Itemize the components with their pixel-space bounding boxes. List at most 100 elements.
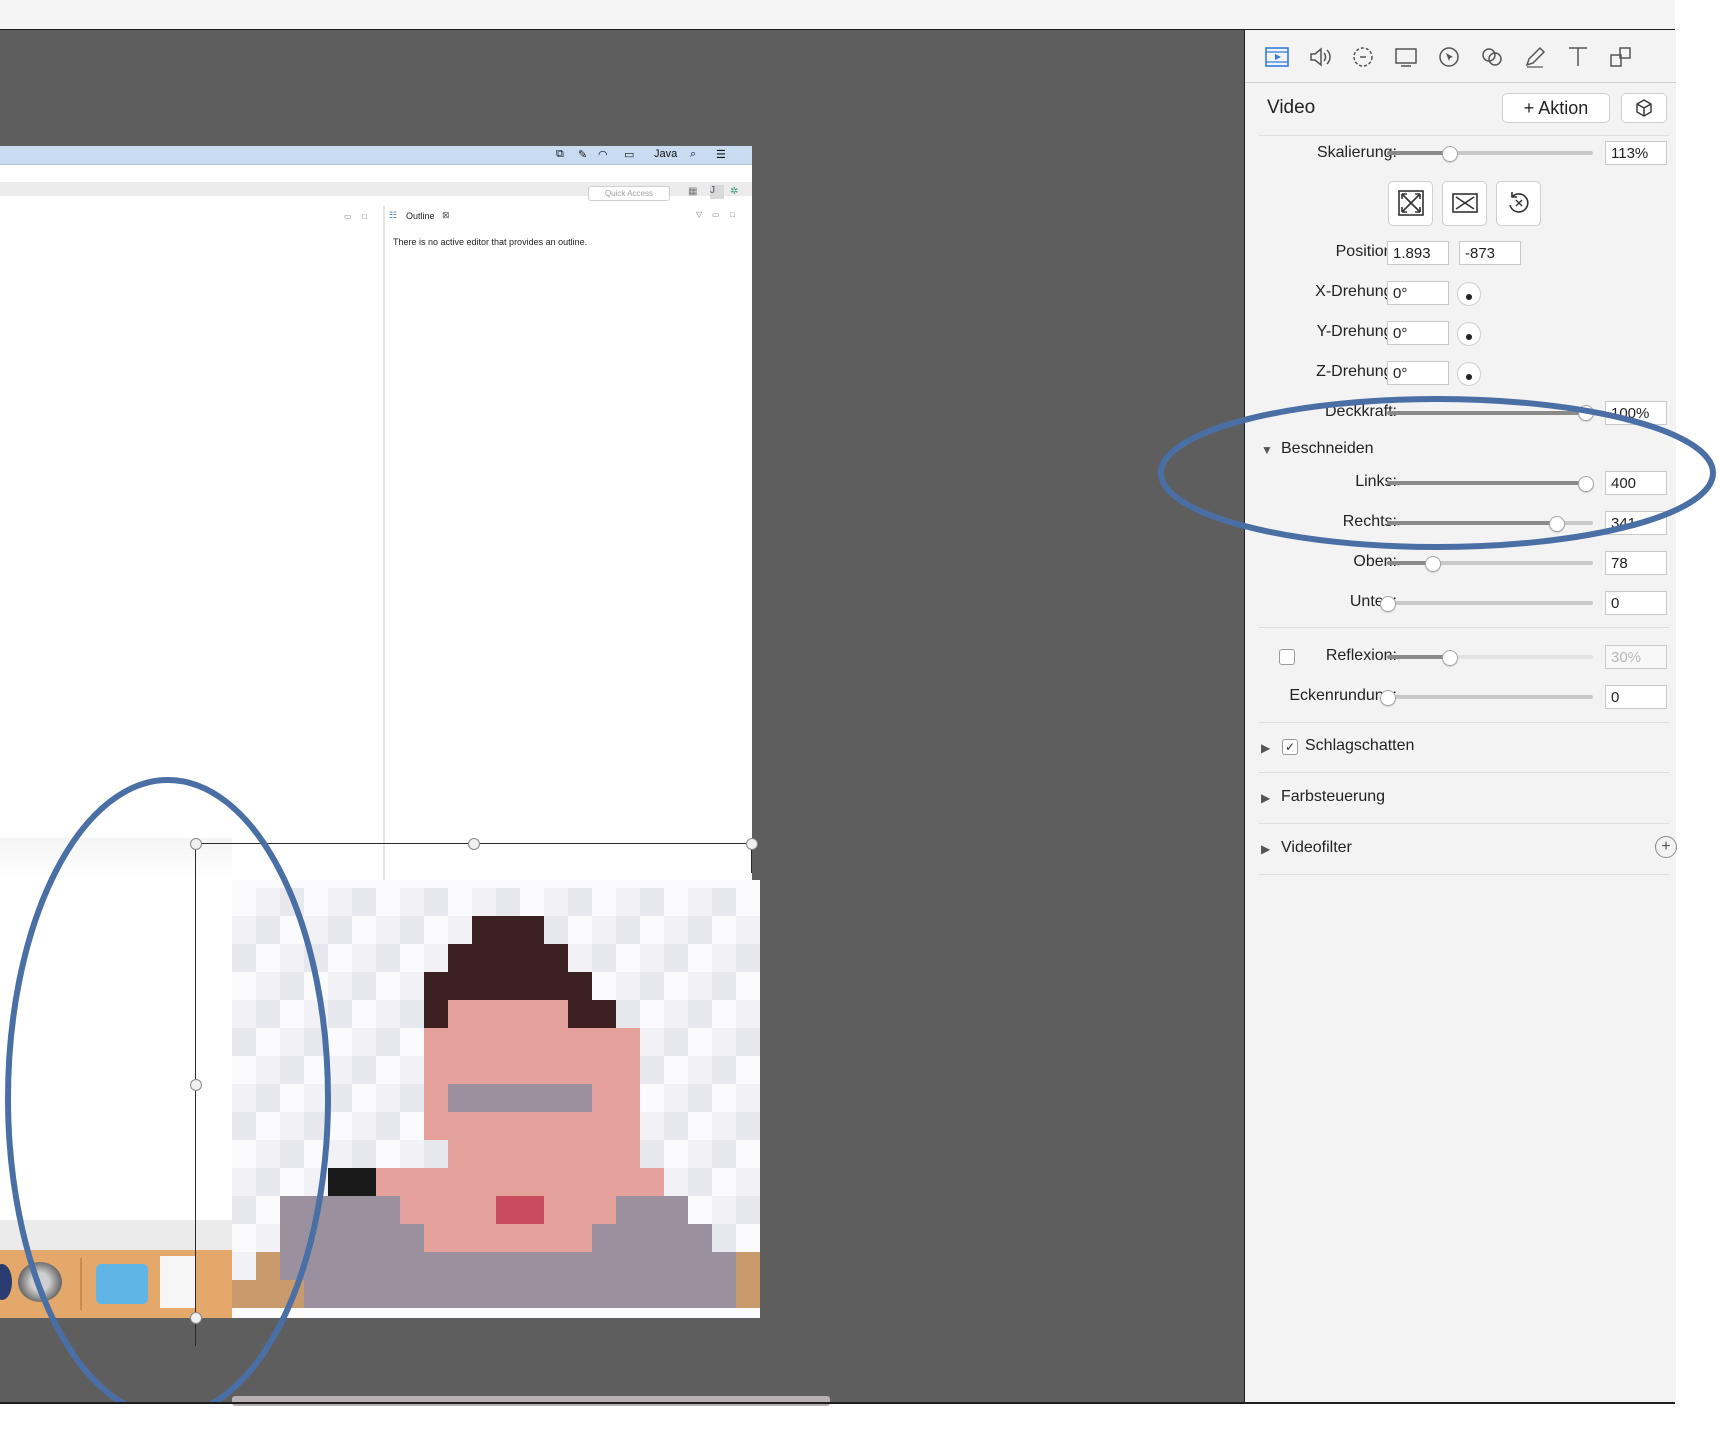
webcam-pixel xyxy=(400,1280,424,1308)
reflection-slider-fill xyxy=(1387,655,1449,659)
webcam-pixel xyxy=(376,1280,400,1308)
y-rotation-field[interactable]: 0° xyxy=(1387,321,1449,345)
x-rotation-label: X-Drehung: xyxy=(1315,283,1397,300)
webcam-pixel xyxy=(376,944,400,972)
webcam-pixel xyxy=(424,1280,448,1308)
webcam-pixel xyxy=(544,1196,568,1224)
webcam-pixel xyxy=(688,1196,712,1224)
webcam-pixel xyxy=(640,1000,664,1028)
recorded-debug-icon: ✲ xyxy=(730,186,739,197)
webcam-pixel xyxy=(664,1168,688,1196)
webcam-pixel xyxy=(520,1224,544,1252)
webcam-pixel xyxy=(664,916,688,944)
filter-tool-icon[interactable] xyxy=(1479,44,1505,70)
webcam-pixel xyxy=(400,1000,424,1028)
webcam-pixel xyxy=(664,1252,688,1280)
corner-radius-slider-knob[interactable] xyxy=(1380,690,1396,706)
canvas-scrollbar[interactable] xyxy=(232,1396,830,1406)
crop-bottom-slider[interactable] xyxy=(1387,601,1593,605)
webcam-pixel xyxy=(376,888,400,916)
webcam-pixel xyxy=(496,1280,520,1308)
recorded-camera-icon: ⧉ xyxy=(556,148,564,160)
position-x-field[interactable]: 1.893 xyxy=(1387,241,1449,265)
audio-tool-icon[interactable] xyxy=(1307,44,1333,70)
recorded-min-icon: ▭ xyxy=(712,210,720,219)
crop-bottom-slider-knob[interactable] xyxy=(1380,596,1396,612)
webcam-pixel xyxy=(544,1252,568,1280)
filter-section-header[interactable]: Videofilter xyxy=(1281,839,1352,857)
scale-slider-knob[interactable] xyxy=(1441,146,1458,162)
webcam-pixel xyxy=(568,1224,592,1252)
webcam-pixel xyxy=(472,888,496,916)
screen-tool-icon[interactable] xyxy=(1393,44,1419,70)
annotation-ellipse-left xyxy=(5,777,331,1402)
recorded-outline-message: There is no active editor that provides … xyxy=(393,237,588,247)
webcam-pixel xyxy=(448,888,472,916)
reflection-field[interactable]: 30% xyxy=(1605,645,1667,669)
webcam-pixel xyxy=(640,1084,664,1112)
shadow-checkbox[interactable]: ✓ xyxy=(1282,739,1298,755)
corner-radius-label: Eckenrundung: xyxy=(1289,687,1397,704)
fit-fill-button[interactable] xyxy=(1388,181,1433,226)
layout-tool-icon[interactable] xyxy=(1608,44,1634,70)
recorded-minimize-icon: ▭ xyxy=(344,212,352,221)
webcam-pixel xyxy=(616,1252,640,1280)
video-tool-icon[interactable] xyxy=(1264,44,1290,70)
webcam-pixel xyxy=(376,1028,400,1056)
add-action-button[interactable]: + Aktion xyxy=(1502,93,1610,123)
add-filter-icon[interactable]: + xyxy=(1655,836,1677,858)
annotation-tool-icon[interactable] xyxy=(1522,44,1548,70)
recorded-search-icon: ⌕ xyxy=(690,148,697,160)
webcam-pixel xyxy=(592,1280,616,1308)
webcam-pixel xyxy=(688,1252,712,1280)
inspector-panel: Video + Aktion Skalierung: 113% Position… xyxy=(1244,30,1677,1402)
x-rotation-field[interactable]: 0° xyxy=(1387,281,1449,305)
webcam-pixel xyxy=(472,1196,496,1224)
webcam-pixel xyxy=(424,1056,448,1084)
y-rotation-dial[interactable] xyxy=(1457,322,1481,346)
webcam-pixel xyxy=(424,1000,448,1028)
expand-fill-icon xyxy=(1397,190,1424,216)
webcam-pixel xyxy=(616,1084,640,1112)
3d-object-button[interactable] xyxy=(1621,93,1667,123)
crop-handle-top-center[interactable] xyxy=(468,838,480,850)
window-bottom-line xyxy=(0,1402,1675,1404)
webcam-pixel xyxy=(544,888,568,916)
recorded-outline-icon: ☷ xyxy=(389,210,398,220)
crop-top-slider-knob[interactable] xyxy=(1425,556,1442,572)
color-section-header[interactable]: Farbsteuerung xyxy=(1281,788,1385,806)
text-tool-icon[interactable] xyxy=(1565,44,1591,70)
filter-disclosure-icon[interactable]: ▶ xyxy=(1261,842,1270,856)
webcam-pixel xyxy=(592,1224,616,1252)
editing-canvas[interactable]: ⧉ ✎ ◠ ▭ Java ⌕ ☰ Quick Access ▦ J ✲ ▭ □ … xyxy=(0,30,1244,1402)
corner-radius-slider[interactable] xyxy=(1387,695,1593,699)
webcam-pixel xyxy=(568,1168,592,1196)
webcam-pixel xyxy=(664,1280,688,1308)
position-y-field[interactable]: -873 xyxy=(1459,241,1521,265)
shadow-section-header[interactable]: Schlagschatten xyxy=(1305,737,1414,755)
webcam-pixel xyxy=(688,888,712,916)
webcam-pixel xyxy=(544,916,568,944)
reflection-slider-knob[interactable] xyxy=(1441,650,1458,666)
crop-handle-top-right[interactable] xyxy=(746,838,758,850)
z-rotation-field[interactable]: 0° xyxy=(1387,361,1449,385)
webcam-pixel xyxy=(688,916,712,944)
x-rotation-dial[interactable] xyxy=(1457,282,1481,306)
webcam-pixel xyxy=(736,1252,760,1280)
webcam-pixel xyxy=(496,888,520,916)
shadow-disclosure-icon[interactable]: ▶ xyxy=(1261,741,1270,755)
reset-transform-button[interactable] xyxy=(1496,181,1541,226)
webcam-pixel xyxy=(616,1140,640,1168)
animation-tool-icon[interactable] xyxy=(1350,44,1376,70)
webcam-pixel xyxy=(400,1168,424,1196)
webcam-pixel xyxy=(496,944,520,972)
crop-bottom-field[interactable]: 0 xyxy=(1605,591,1667,615)
z-rotation-dial[interactable] xyxy=(1457,362,1481,386)
fit-button[interactable] xyxy=(1442,181,1487,226)
corner-radius-field[interactable]: 0 xyxy=(1605,685,1667,709)
scale-field[interactable]: 113% xyxy=(1605,141,1667,165)
color-disclosure-icon[interactable]: ▶ xyxy=(1261,791,1270,805)
cursor-tool-icon[interactable] xyxy=(1436,44,1462,70)
webcam-pixel xyxy=(664,944,688,972)
scale-label: Skalierung: xyxy=(1316,144,1397,161)
